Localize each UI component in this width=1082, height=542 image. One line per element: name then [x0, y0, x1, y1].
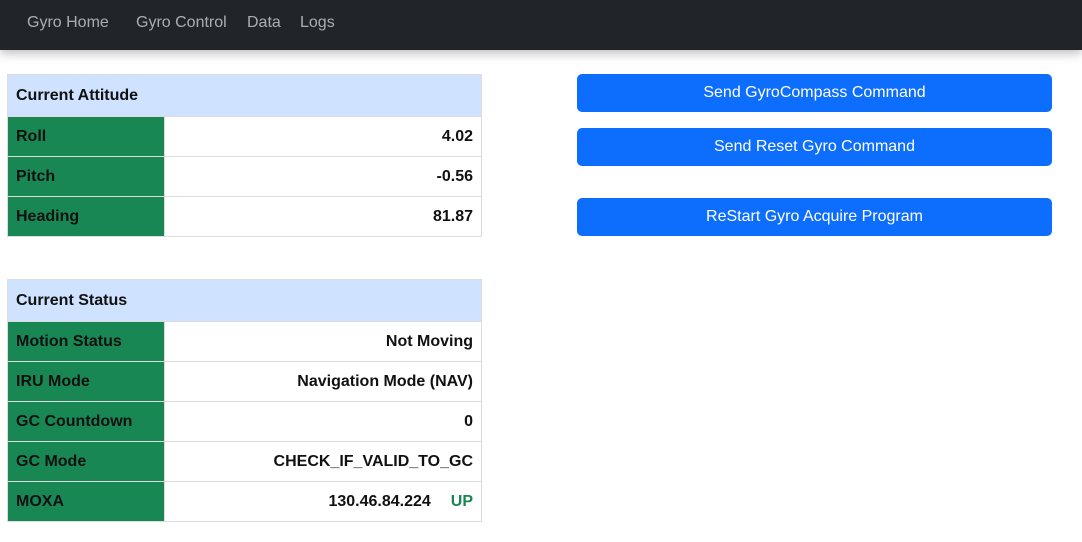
current-attitude-table: Current Attitude Roll 4.02 Pitch -0.56 H…	[7, 74, 482, 237]
iru-mode-value: Navigation Mode (NAV)	[164, 361, 482, 402]
nav-link-logs[interactable]: Logs	[300, 14, 335, 32]
table-row: IRU Mode Navigation Mode (NAV)	[7, 361, 482, 402]
table-row: GC Mode CHECK_IF_VALID_TO_GC	[7, 441, 482, 482]
pitch-label: Pitch	[7, 156, 165, 197]
nav-link-data[interactable]: Data	[247, 14, 281, 32]
pitch-value: -0.56	[164, 156, 482, 197]
attitude-table-title: Current Attitude	[7, 74, 482, 117]
gc-mode-value: CHECK_IF_VALID_TO_GC	[164, 441, 482, 482]
table-row: Heading 81.87	[7, 196, 482, 237]
motion-status-value: Not Moving	[164, 321, 482, 362]
table-row: Pitch -0.56	[7, 156, 482, 197]
iru-mode-label: IRU Mode	[7, 361, 165, 402]
attitude-header-row: Current Attitude	[7, 74, 482, 117]
gc-countdown-value: 0	[164, 401, 482, 442]
status-table-title: Current Status	[7, 279, 482, 322]
motion-status-label: Motion Status	[7, 321, 165, 362]
heading-label: Heading	[7, 196, 165, 237]
table-row: Motion Status Not Moving	[7, 321, 482, 362]
send-reset-gyro-command-button[interactable]: Send Reset Gyro Command	[577, 128, 1052, 166]
current-status-table: Current Status Motion Status Not Moving …	[7, 279, 482, 522]
moxa-ip-address: 130.46.84.224	[328, 492, 431, 510]
nav-link-gyro-control[interactable]: Gyro Control	[136, 14, 227, 32]
roll-label: Roll	[7, 116, 165, 157]
gc-mode-label: GC Mode	[7, 441, 165, 482]
table-row: GC Countdown 0	[7, 401, 482, 442]
moxa-value: 130.46.84.224 UP	[164, 481, 482, 522]
gc-countdown-label: GC Countdown	[7, 401, 165, 442]
roll-value: 4.02	[164, 116, 482, 157]
send-gyrocompass-command-button[interactable]: Send GyroCompass Command	[577, 74, 1052, 112]
nav-brand-gyro-home[interactable]: Gyro Home	[27, 14, 109, 32]
heading-value: 81.87	[164, 196, 482, 237]
moxa-status-badge: UP	[450, 492, 473, 510]
table-row: Roll 4.02	[7, 116, 482, 157]
top-navbar: Gyro Home Gyro Control Data Logs	[0, 0, 1082, 50]
restart-gyro-acquire-program-button[interactable]: ReStart Gyro Acquire Program	[577, 198, 1052, 236]
moxa-label: MOXA	[7, 481, 165, 522]
status-header-row: Current Status	[7, 279, 482, 322]
table-row: MOXA 130.46.84.224 UP	[7, 481, 482, 522]
